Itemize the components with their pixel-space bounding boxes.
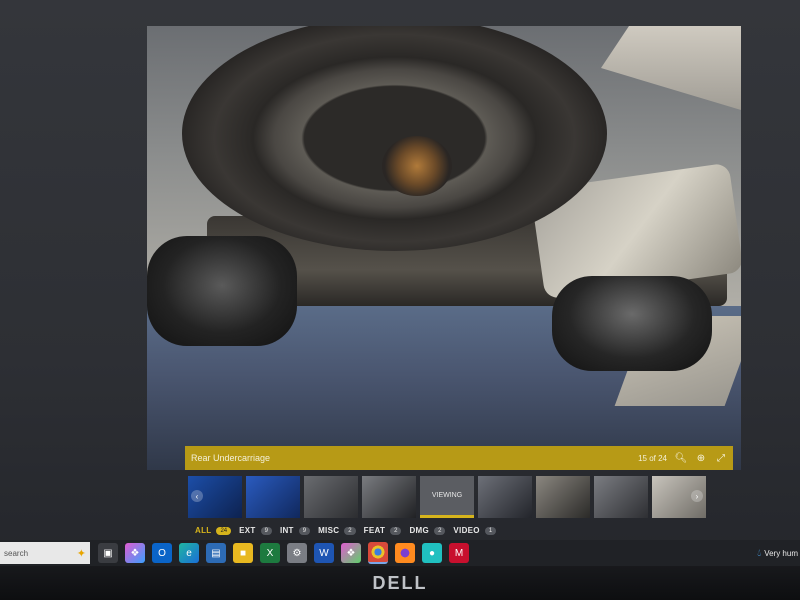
- filter-label: INT: [279, 526, 294, 535]
- fullscreen-icon[interactable]: ⤢: [715, 452, 727, 464]
- weather-icon: 💧︎: [757, 547, 762, 559]
- filter-label: FEAT: [363, 526, 386, 535]
- search-placeholder: search: [4, 548, 29, 558]
- zoom-in-icon[interactable]: ⊕: [695, 452, 707, 464]
- thumbnail-strip: ‹ VIEWING ›: [188, 476, 706, 518]
- thumbnail[interactable]: [536, 476, 590, 518]
- filter-video[interactable]: VIDEO 1: [453, 526, 497, 535]
- next-arrow-icon[interactable]: ›: [691, 490, 703, 502]
- taskbar-search[interactable]: search ✦: [0, 542, 90, 564]
- filter-dmg[interactable]: DMG 2: [409, 526, 446, 535]
- filter-label: ALL: [195, 526, 212, 535]
- filter-label: VIDEO: [453, 526, 480, 535]
- copilot-app-icon[interactable]: ❖: [341, 543, 361, 563]
- monitor-screen: Rear Undercarriage 15 of 24 🔍︎ ⊕ ⤢ ‹ VIE…: [0, 0, 800, 600]
- thumbnail[interactable]: ›: [652, 476, 706, 518]
- filter-label: EXT: [239, 526, 256, 535]
- edge-icon[interactable]: e: [179, 543, 199, 563]
- filter-all[interactable]: ALL 24: [195, 526, 232, 535]
- thumbnail[interactable]: [362, 476, 416, 518]
- thumbnail-current[interactable]: VIEWING: [420, 476, 474, 518]
- filter-label: DMG: [409, 526, 430, 535]
- filter-count: 24: [216, 526, 232, 535]
- spare-tire: [182, 26, 607, 251]
- filter-misc[interactable]: MISC 2: [318, 526, 356, 535]
- task-view-icon[interactable]: ▣: [98, 543, 118, 563]
- image-counter: 15 of 24: [638, 453, 667, 463]
- dell-logo: DELL: [372, 572, 428, 593]
- caption-bar: Rear Undercarriage 15 of 24 🔍︎ ⊕ ⤢: [185, 446, 733, 470]
- weather-text: Very hum: [764, 548, 798, 558]
- filter-count: 9: [298, 526, 311, 535]
- mcafee-icon[interactable]: M: [449, 543, 469, 563]
- filter-count: 1: [484, 526, 497, 535]
- thumbnail[interactable]: [594, 476, 648, 518]
- zoom-out-icon[interactable]: 🔍︎: [675, 452, 688, 464]
- outlook-icon[interactable]: O: [152, 543, 172, 563]
- teams-icon[interactable]: ●: [422, 543, 442, 563]
- chrome-icon[interactable]: [368, 542, 388, 564]
- word-icon[interactable]: W: [314, 543, 334, 563]
- thumbnail[interactable]: [304, 476, 358, 518]
- filter-count: 9: [260, 526, 272, 535]
- filter-count: 2: [344, 526, 356, 535]
- thumbnail[interactable]: [246, 476, 300, 518]
- filter-ext[interactable]: EXT 9: [239, 526, 272, 535]
- main-photo[interactable]: [147, 26, 741, 470]
- filter-feat[interactable]: FEAT 2: [364, 526, 402, 535]
- sparkle-icon: ✦: [76, 547, 86, 560]
- filter-tabs: ALL 24 EXT 9 INT 9 MISC 2 FEAT 2 DMG 2 V…: [195, 526, 497, 535]
- filter-count: 2: [434, 526, 446, 535]
- caption-title: Rear Undercarriage: [191, 453, 271, 463]
- filter-count: 2: [390, 526, 402, 535]
- thumbnail[interactable]: [478, 476, 532, 518]
- system-tray[interactable]: 💧︎ Very hum: [757, 540, 800, 566]
- viewing-label: VIEWING: [431, 492, 463, 499]
- filter-int[interactable]: INT 9: [279, 526, 311, 535]
- excel-icon[interactable]: X: [260, 543, 280, 563]
- firefox-icon[interactable]: [395, 543, 415, 563]
- monitor-bezel: DELL: [0, 566, 800, 600]
- file-explorer-icon[interactable]: ■: [233, 543, 253, 563]
- settings-icon[interactable]: ⚙: [287, 543, 307, 563]
- copilot-icon[interactable]: ❖: [125, 543, 145, 563]
- thumbnail[interactable]: ‹: [188, 476, 242, 518]
- windows-taskbar: search ✦ ▣ ❖ O e ▤ ■ X ⚙ W ❖ ● M 💧︎ Very…: [0, 540, 800, 566]
- filter-label: MISC: [318, 526, 340, 535]
- prev-arrow-icon[interactable]: ‹: [191, 490, 203, 502]
- remote-desktop-icon[interactable]: ▤: [206, 543, 226, 563]
